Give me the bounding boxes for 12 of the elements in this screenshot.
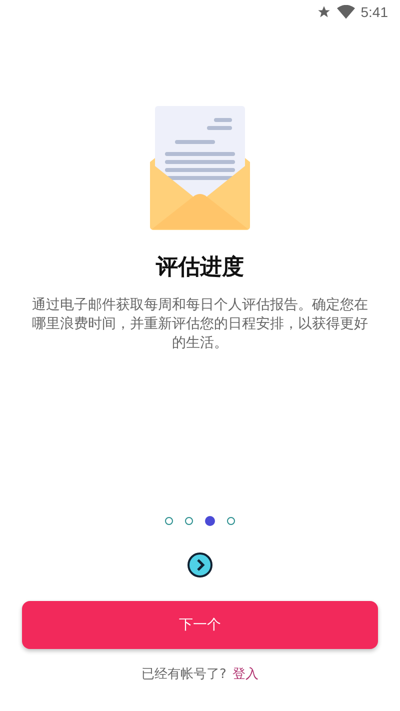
- page-title: 评估进度: [156, 254, 244, 282]
- status-time: 5:41: [360, 4, 388, 20]
- next-button[interactable]: 下一个: [22, 601, 378, 649]
- description-text: 通过电子邮件获取每周和每日个人评估报告。确定您在哪里浪费时间，并重新评估您的日程安排，以获得更好的生活。: [31, 296, 369, 353]
- page-indicator-dot[interactable]: [165, 517, 173, 525]
- page-indicator-dot[interactable]: [185, 517, 193, 525]
- star-icon: [316, 5, 331, 19]
- wifi-icon: [336, 5, 355, 19]
- page-indicator-dot[interactable]: [205, 516, 215, 526]
- account-prompt: 已经有帐号了?: [142, 666, 226, 683]
- login-link[interactable]: 登入: [232, 665, 258, 683]
- page-indicator-dot[interactable]: [227, 517, 235, 525]
